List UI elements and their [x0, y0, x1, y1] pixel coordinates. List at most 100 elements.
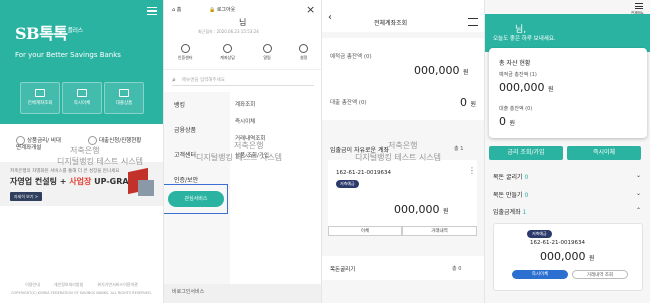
notification-button[interactable]: 알림 [262, 44, 272, 61]
main-home-screen: SB톡톡플러스 For your Better Savings Banks 전체… [0, 0, 163, 303]
account-type-badge: 저축예금 [336, 180, 359, 188]
wallet-icon [35, 89, 45, 97]
deposit-total-amount: 000,000 원 [414, 64, 469, 77]
deposit-total-label: 예적금 총잔액 (0) [330, 54, 372, 60]
watermark-line1: 저축은행 [70, 146, 100, 155]
footer-link-guide[interactable]: 이용안내 [25, 282, 40, 287]
menu-icon-row: 인증센터 계좌상담 알림 설정 [164, 44, 321, 61]
footer-link-privacy[interactable]: 개인정보처리방침 [54, 282, 83, 287]
section-lump-sum-count: 총 0 [452, 266, 462, 272]
rate-inquiry-button[interactable]: 금리 조회/가입 [489, 146, 563, 160]
nav-banking[interactable]: 뱅킹 [174, 100, 185, 109]
chevron-down-icon[interactable]: ⌄ [636, 172, 641, 179]
transfer-button[interactable]: 이체 [328, 226, 402, 236]
account-card[interactable]: 162-61-21-0019634 저축예금 ⋮ 000,000 원 이체 거래… [328, 160, 477, 236]
all-accounts-screen: ‹ 전체계좌조회 예적금 총잔액 (0) 000,000 원 대출 총잔액 (0… [321, 0, 484, 303]
nav-customer-center[interactable]: 고객센터 [174, 150, 196, 159]
chevron-up-icon[interactable]: ⌃ [636, 207, 641, 214]
brand-logo: SB톡톡플러스 [15, 24, 83, 43]
settings-button[interactable]: 설정 [299, 44, 309, 61]
deposit-total-amount: 000,000 원 [499, 81, 554, 94]
last-login: 최근접속 : 2020.06.23 15:53:24 [198, 29, 259, 34]
quick-loan-button[interactable]: 대출상품 [104, 82, 144, 114]
bell-icon [262, 44, 272, 53]
transfer-icon [77, 89, 87, 97]
logged-in-home-screen: 전체메뉴 님, 오늘도 좋은 하루 보내세요. 총 자산 현황 예적금 총잔액 … [484, 0, 650, 303]
copyright: COPYRIGHT(C) KOREA FEDERATION OF SAVINGS… [11, 291, 152, 295]
quick-transfer-button[interactable]: 즉시이체 [62, 82, 102, 114]
nav-products[interactable]: 금융상품 [174, 125, 196, 134]
auth-center-button[interactable]: 인증센터 [178, 44, 193, 61]
hamburger-menu-icon[interactable] [147, 7, 157, 15]
screen-header: ‹ 전체계좌조회 [322, 0, 484, 32]
side-menu-screen: ⌂ 홈 🔒 로그아웃 × 님 최근접속 : 2020.06.23 15:53:2… [163, 0, 321, 303]
back-icon[interactable]: ‹ [328, 12, 332, 23]
instant-transfer-button[interactable]: 즉시이체 [567, 146, 641, 160]
rate-icon [16, 136, 25, 145]
more-icon[interactable]: ⋮ [468, 166, 476, 175]
promo-banner[interactable]: 저축은행의 차별화된 서비스를 통해 더 큰 성장을 만나세요 자영업 컨설팅 … [0, 162, 163, 206]
submenu-account-inquiry[interactable]: 계좌조회 [235, 100, 255, 108]
greeting-subtext: 오늘도 좋은 하루 보내세요. [493, 36, 556, 42]
watermark-line1: 저축은행 [234, 141, 264, 150]
footer-links: 이용안내 개인정보처리방침 위치기반서비스이용약관 COPYRIGHT(C) KOR… [0, 282, 163, 295]
lump-sum-section[interactable]: 목돈굴리기 총 0 [322, 256, 484, 280]
quick-all-accounts-button[interactable]: 전체계좌조회 [20, 82, 60, 114]
menu-search-input[interactable]: 메뉴명을 입력해주세요 [172, 75, 314, 86]
account-balance: 000,000 원 [394, 203, 449, 216]
submenu-transfer[interactable]: 즉시이체 [235, 117, 255, 125]
chat-icon [223, 44, 233, 53]
watermark-line2: 디지털뱅킹 테스트 시스템 [196, 153, 283, 162]
hamburger-menu-icon[interactable] [635, 3, 643, 9]
section-lump-sum: 목돈굴리기 [330, 267, 356, 273]
logout-button[interactable]: 🔒 로그아웃 [209, 6, 235, 13]
section-free-count: 총 1 [454, 146, 464, 152]
greeting-banner [485, 14, 650, 52]
loan-apply-link[interactable]: 대출신청/진행현황 [88, 136, 163, 145]
user-name: 님 [239, 18, 247, 27]
account-history-button[interactable]: 거래내역 조회 [572, 270, 628, 279]
menu-header: ⌂ 홈 🔒 로그아웃 × 님 최근접속 : 2020.06.23 15:53:2… [164, 0, 321, 70]
row-lump-sum-save[interactable]: 목돈 만들기 0 [493, 190, 528, 199]
hero-banner: SB톡톡플러스 For your Better Savings Banks 전체… [0, 0, 163, 124]
footer-link-location[interactable]: 위치기반서비스이용약관 [97, 282, 137, 287]
product-rate-link[interactable]: 상품금리/ 비대면계좌개설 [16, 136, 66, 152]
loan-icon [119, 89, 129, 97]
asset-summary-card: 총 자산 현황 예적금 총잔액 (1) 000,000 원 대출 총잔액 (0)… [489, 48, 647, 138]
watermark-line2: 디지털뱅킹 테스트 시스템 [57, 157, 144, 166]
watermark-line1: 저축은행 [388, 141, 418, 150]
account-transfer-button[interactable]: 즉시이체 [512, 270, 568, 279]
close-icon[interactable]: × [306, 3, 315, 16]
account-balance: 000,000 원 [540, 250, 595, 263]
loan-total-amount: 0 원 [460, 96, 477, 109]
account-type-badge: 저축예금 [527, 230, 552, 238]
loan-status-icon [88, 136, 97, 145]
chevron-down-icon[interactable]: ⌄ [636, 190, 641, 197]
favorite-service-button[interactable]: 관심서비스 [168, 191, 224, 207]
loan-total-amount: 0 원 [499, 115, 516, 128]
history-button[interactable]: 거래내역 [402, 226, 477, 236]
nav-auth-security[interactable]: 인증/보안 [174, 175, 198, 184]
banner-subtext: 저축은행의 차별화된 서비스를 통해 더 큰 성장을 만나세요 [10, 169, 120, 174]
certificate-icon [180, 44, 190, 53]
account-number: 162-61-21-0019634 [530, 240, 585, 246]
page-title: 전체계좌조회 [374, 20, 408, 27]
tagline: For your Better Savings Banks [15, 51, 121, 59]
balance-summary-card: 예적금 총잔액 (0) 000,000 원 대출 총잔액 (0) 0 원 [322, 38, 484, 120]
watermark-line2: 디지털뱅킹 테스트 시스템 [355, 153, 442, 162]
row-lump-sum-invest[interactable]: 목돈 굴리기 0 [493, 172, 528, 181]
banner-cta-button[interactable]: 자세히 보기 > [10, 192, 42, 201]
deposit-total-label: 예적금 총잔액 (1) [499, 72, 537, 78]
loan-total-label: 대출 총잔액 (0) [330, 100, 367, 106]
non-login-service[interactable]: 비로그인서비스 [164, 284, 321, 303]
row-checking-accounts[interactable]: 입출금계좌 1 [493, 207, 526, 216]
gear-icon [299, 44, 309, 53]
home-link[interactable]: ⌂ 홈 [172, 6, 181, 13]
asset-title: 총 자산 현황 [499, 60, 531, 67]
banner-title: 자영업 컨설팅 + 사업장 UP-GRADE [10, 177, 141, 186]
loan-total-label: 대출 총잔액 (0) [499, 106, 533, 112]
checking-account-card[interactable]: 저축예금 162-61-21-0019634 000,000 원 즉시이체 거래… [493, 223, 643, 291]
account-consult-button[interactable]: 계좌상담 [220, 44, 235, 61]
account-number: 162-61-21-0019634 [336, 170, 391, 176]
hamburger-menu-icon[interactable] [468, 18, 478, 26]
